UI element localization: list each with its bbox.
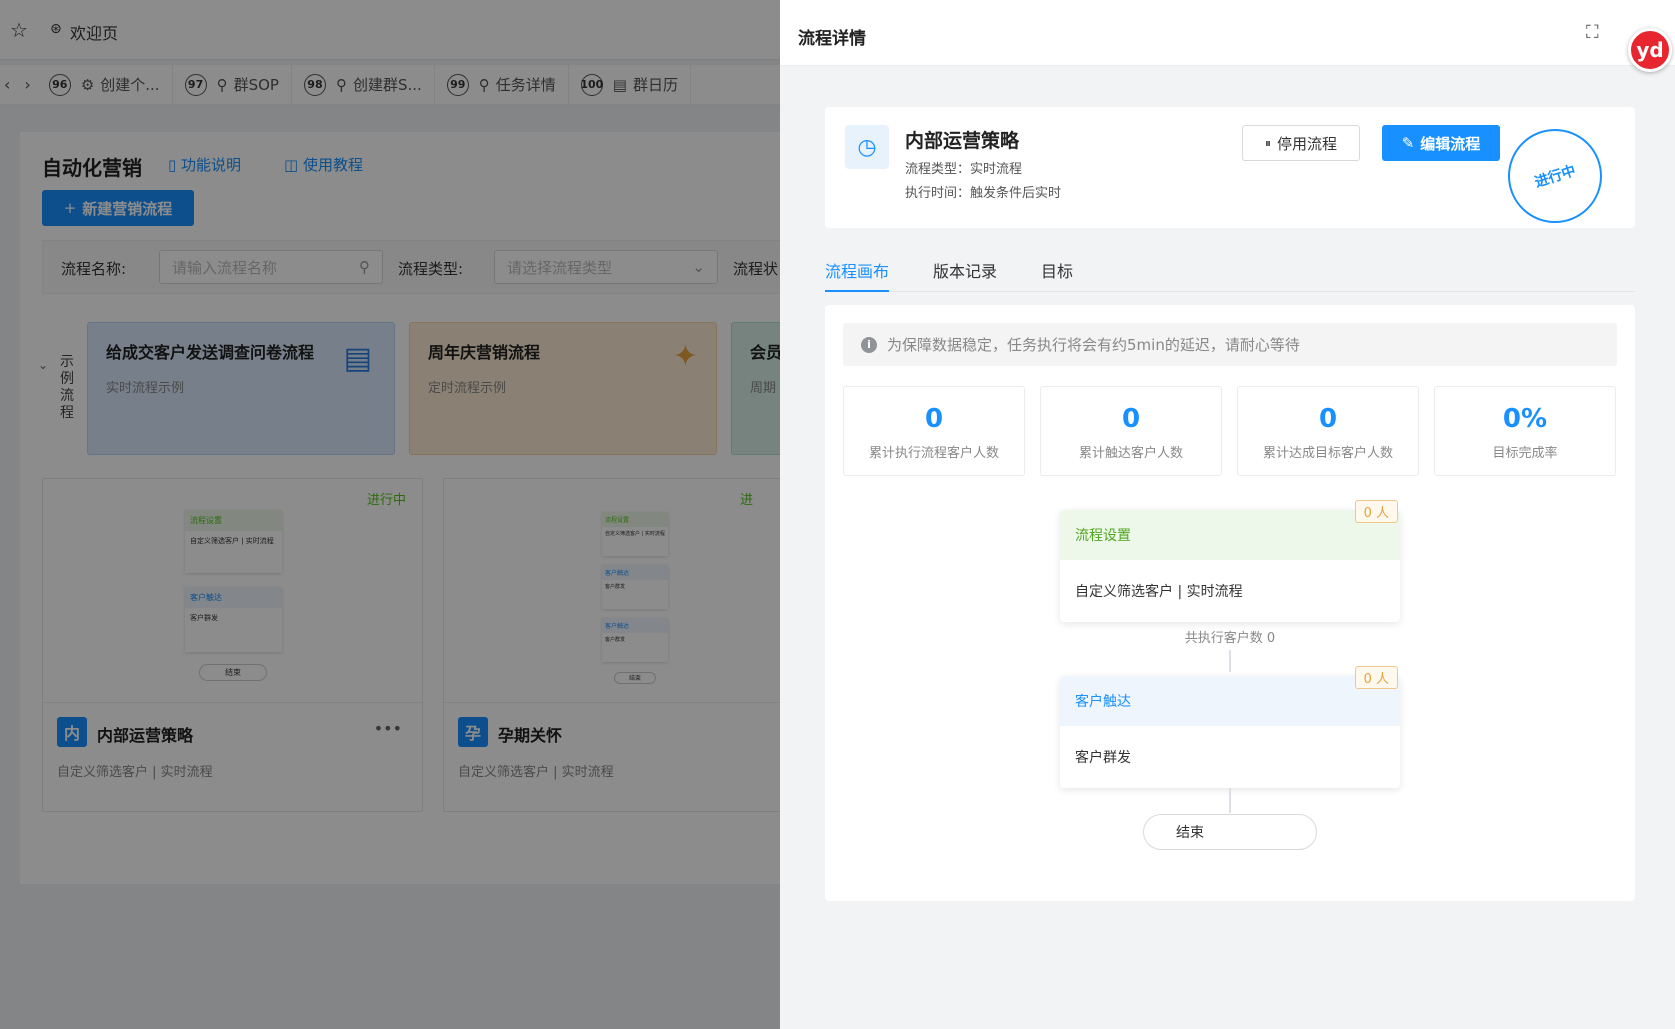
flow-canvas-panel: i 为保障数据稳定，任务执行将会有约5min的延迟，请耐心等待 0 累计执行流程客… xyxy=(825,305,1635,901)
tab-goals[interactable]: 目标 xyxy=(1041,250,1073,291)
clock-icon: ◷ xyxy=(845,125,889,169)
tab-canvas[interactable]: 流程画布 xyxy=(825,250,890,292)
flow-type: 流程类型：实时流程 xyxy=(905,162,1023,177)
stat-card: 0 累计达成目标客户人数 xyxy=(1237,386,1419,476)
flow-node-setup[interactable]: 0 人 流程设置 自定义筛选客户 | 实时流程 xyxy=(1060,500,1400,622)
node-count-badge: 0 人 xyxy=(1354,666,1398,689)
stat-card: 0 累计触达客户人数 xyxy=(1040,386,1222,476)
node-body: 自定义筛选客户 | 实时流程 xyxy=(1075,584,1243,600)
drawer-header: 流程详情 ⛶ yd xyxy=(780,0,1675,72)
node-title: 流程设置 xyxy=(1060,510,1400,560)
status-stamp: 进行中 xyxy=(1508,129,1602,223)
flow-detail-drawer: 流程详情 ⛶ yd ◷ 内部运营策略 流程类型：实时流程 执行时间：触发条件后实… xyxy=(780,0,1675,1029)
edit-flow-button[interactable]: ✎ 编辑流程 xyxy=(1382,125,1500,161)
exec-time: 执行时间：触发条件后实时 xyxy=(905,186,1062,201)
detail-tabs: 流程画布 版本记录 目标 xyxy=(825,250,1635,292)
info-icon: i xyxy=(861,336,877,353)
flow-info-card: ◷ 内部运营策略 流程类型：实时流程 执行时间：触发条件后实时 ⏸ 停用流程 ✎ 编… xyxy=(825,107,1635,228)
tab-versions[interactable]: 版本记录 xyxy=(933,250,997,291)
flow-node-reach[interactable]: 0 人 客户触达 客户群发 xyxy=(1060,666,1400,788)
node-count-badge: 0 人 xyxy=(1354,500,1398,523)
user-avatar[interactable]: yd xyxy=(1628,28,1672,72)
stat-card: 0 累计执行流程客户人数 xyxy=(843,386,1025,476)
end-node[interactable]: 结束 xyxy=(1143,814,1317,850)
pause-icon: ⏸ xyxy=(1264,135,1271,150)
notice-banner: i 为保障数据稳定，任务执行将会有约5min的延迟，请耐心等待 xyxy=(843,323,1617,366)
stat-card: 0% 目标完成率 xyxy=(1434,386,1616,476)
connector-line xyxy=(1229,650,1231,672)
fullscreen-icon[interactable]: ⛶ xyxy=(1586,22,1599,43)
edit-icon: ✎ xyxy=(1401,134,1415,152)
exec-count: 共执行客户数 0 xyxy=(1184,631,1276,646)
node-title: 客户触达 xyxy=(1060,676,1400,726)
node-body: 客户群发 xyxy=(1075,750,1131,766)
drawer-title: 流程详情 xyxy=(798,29,866,49)
stop-flow-button[interactable]: ⏸ 停用流程 xyxy=(1242,125,1360,161)
connector-line xyxy=(1229,788,1231,813)
flow-name: 内部运营策略 xyxy=(905,130,1020,152)
